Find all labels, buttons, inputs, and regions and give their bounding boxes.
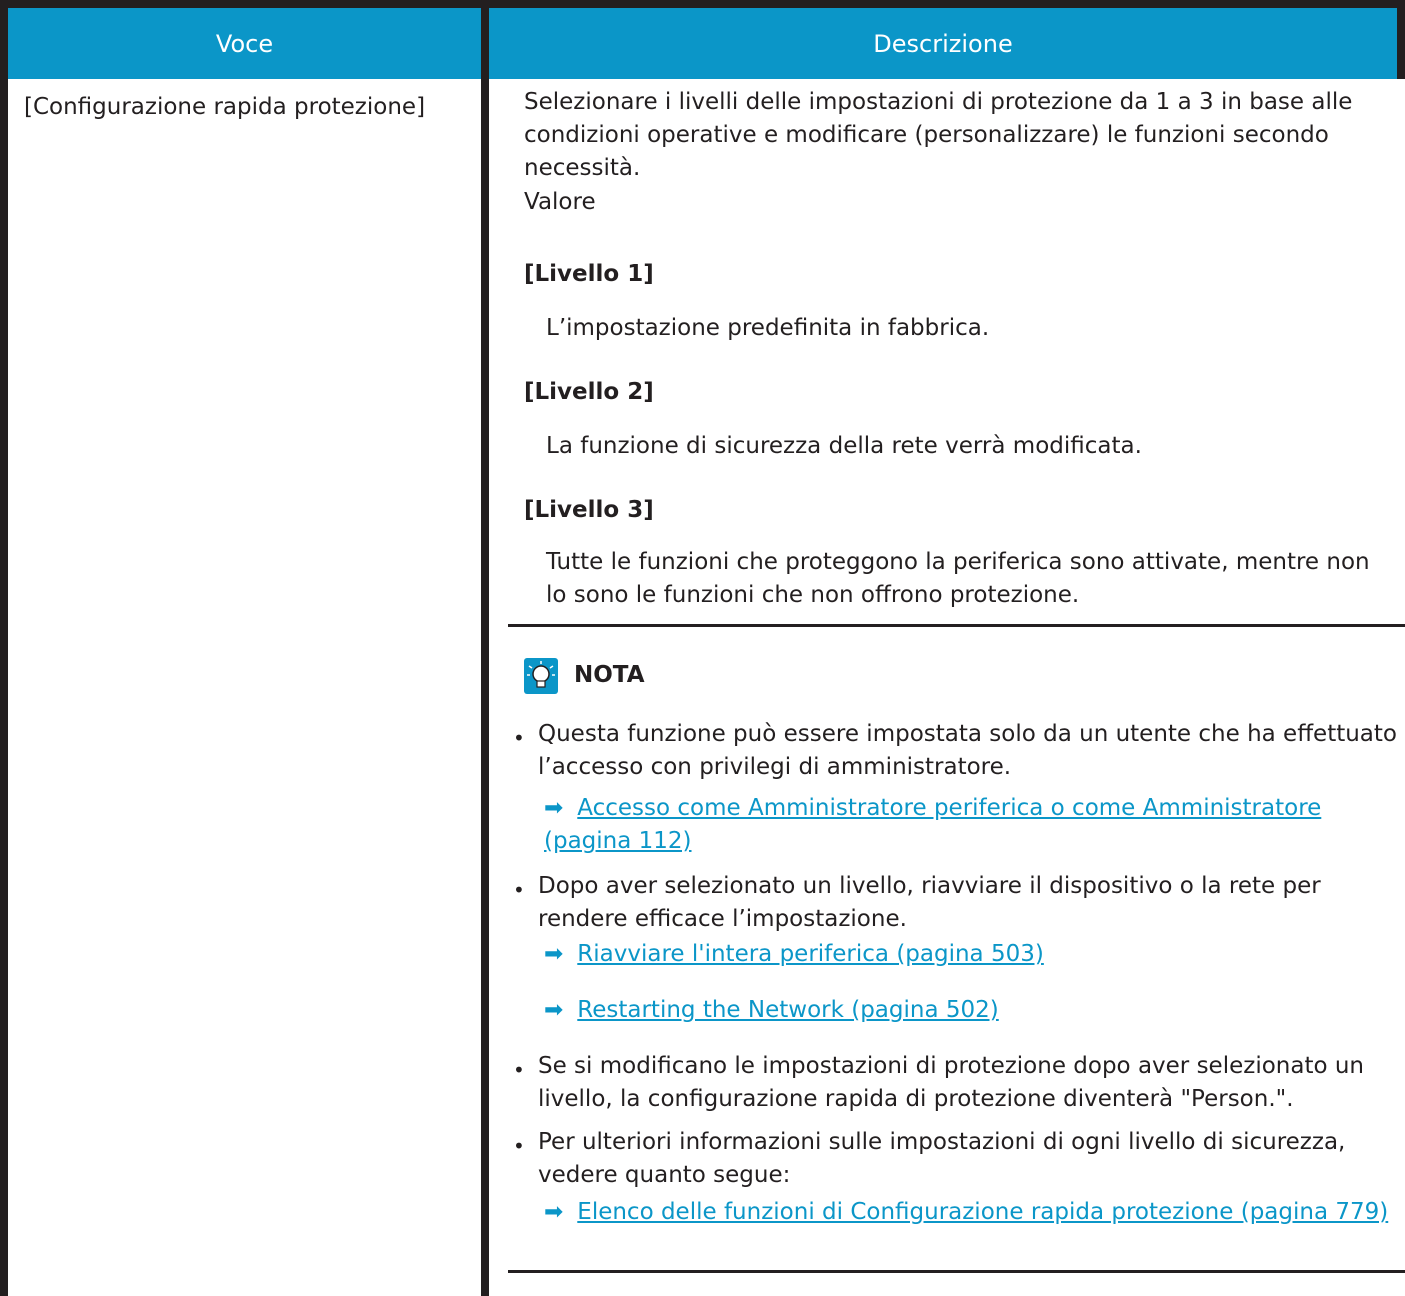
note-bottom-rule xyxy=(508,1270,1405,1273)
arrow-right-icon: ➡ xyxy=(544,997,564,1023)
header-descrizione: Descrizione xyxy=(873,29,1013,58)
arrow-right-icon: ➡ xyxy=(544,1199,564,1225)
setting-name: [Configurazione rapida protezione] xyxy=(24,94,426,120)
intro-text: Selezionare i livelli delle impostazioni… xyxy=(524,89,1353,181)
header-left-border xyxy=(0,0,8,79)
link-row-4[interactable]: ➡ Elenco delle funzioni di Configurazione… xyxy=(544,1196,1394,1229)
link-row-3[interactable]: ➡ Restarting the Network (pagina 502) xyxy=(544,994,1394,1027)
level-1-title: [Livello 1] xyxy=(524,261,654,287)
lightbulb-note-icon xyxy=(524,658,558,694)
note-bullet-3: Se si modificano le impostazioni di prot… xyxy=(538,1053,1365,1112)
body-divider xyxy=(481,79,489,1296)
bullet-dot: • xyxy=(513,726,525,750)
link-row-2[interactable]: ➡ Riavviare l'intera periferica (pagina 5… xyxy=(544,938,1394,971)
note-bullet-4: Per ulteriori informazioni sulle imposta… xyxy=(538,1129,1346,1188)
arrow-right-icon: ➡ xyxy=(544,941,564,967)
header-right-border xyxy=(1397,0,1405,79)
level-2-desc: La funzione di sicurezza della rete verr… xyxy=(546,433,1142,459)
value-label: Valore xyxy=(524,189,596,215)
settings-table: Voce Descrizione [Configurazione rapida … xyxy=(0,0,1405,1296)
link-row-1[interactable]: ➡ Accesso come Amministratore periferica … xyxy=(544,792,1394,858)
link-riavviare-periferica[interactable]: Riavviare l'intera periferica (pagina 50… xyxy=(577,941,1044,967)
body-left-border xyxy=(0,79,8,1296)
bullet-dot: • xyxy=(513,1134,525,1158)
note-label: NOTA xyxy=(574,662,645,688)
level-3-desc: Tutte le funzioni che proteggono la peri… xyxy=(546,549,1370,608)
link-accesso-amministratore[interactable]: Accesso come Amministratore periferica o… xyxy=(544,795,1321,854)
level-2-title: [Livello 2] xyxy=(524,379,654,405)
header-voce: Voce xyxy=(215,29,274,58)
bullet-dot: • xyxy=(513,878,525,902)
note-top-rule xyxy=(508,624,1405,627)
note-bullet-1: Questa funzione può essere impostata sol… xyxy=(538,721,1397,780)
link-elenco-funzioni[interactable]: Elenco delle funzioni di Configurazione … xyxy=(577,1199,1388,1225)
note-bullet-2: Dopo aver selezionato un livello, riavvi… xyxy=(538,873,1321,932)
level-1-desc: L’impostazione predefinita in fabbrica. xyxy=(546,315,990,341)
level-3-title: [Livello 3] xyxy=(524,497,654,523)
header-top-border xyxy=(0,0,1405,8)
arrow-right-icon: ➡ xyxy=(544,795,564,821)
header-divider xyxy=(481,0,489,79)
link-restarting-network[interactable]: Restarting the Network (pagina 502) xyxy=(577,997,998,1023)
bullet-dot: • xyxy=(513,1058,525,1082)
table-header: Voce Descrizione xyxy=(0,0,1405,79)
